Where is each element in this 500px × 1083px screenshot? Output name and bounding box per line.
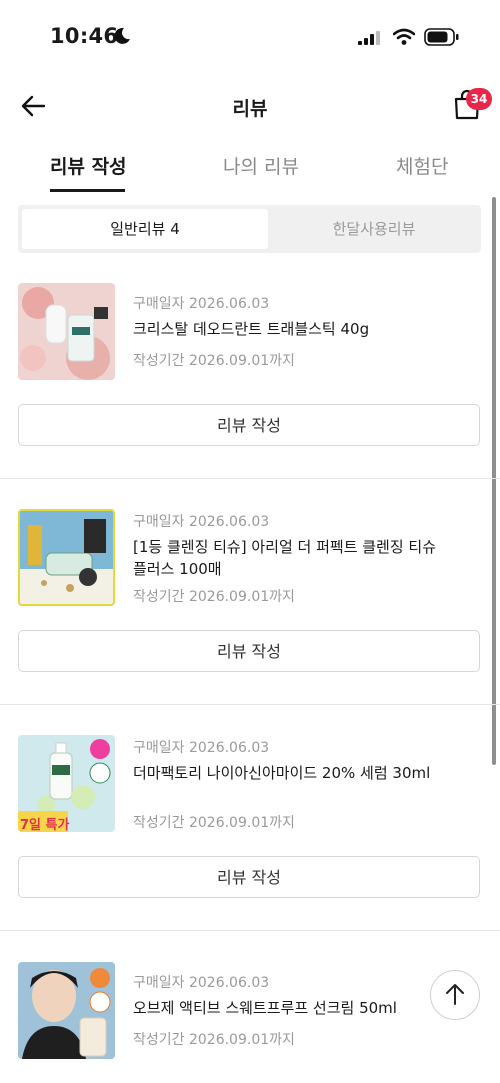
moon-icon (114, 27, 130, 44)
write-review-button[interactable]: 리뷰 작성 (18, 404, 480, 446)
review-deadline: 작성기간 2026.09.01까지 (133, 589, 295, 605)
product-title[interactable]: 오브제 액티브 스웨트프루프 선크림 50ml (133, 997, 453, 1019)
write-review-button[interactable]: 리뷰 작성 (18, 630, 480, 672)
purchase-date: 구매일자 2026.06.03 (133, 296, 270, 312)
product-thumbnail[interactable] (18, 509, 115, 606)
tab-write-review[interactable]: 리뷰 작성 (50, 152, 127, 179)
wifi-icon (393, 28, 415, 45)
segment-general-review[interactable]: 일반리뷰 4 (22, 209, 268, 249)
divider (0, 930, 500, 931)
product-thumbnail[interactable]: 7일 특가 (18, 735, 115, 832)
active-tab-indicator (50, 189, 125, 192)
purchase-date: 구매일자 2026.06.03 (133, 514, 270, 530)
cart-count-badge: 34 (466, 88, 492, 110)
status-time: 10:46 (50, 24, 119, 48)
purchase-date: 구매일자 2026.06.03 (133, 740, 270, 756)
header: 리뷰 (0, 74, 500, 138)
scroll-to-top-button[interactable] (430, 970, 480, 1020)
thumbnail-tag: 7일 특가 (20, 818, 70, 832)
divider (0, 704, 500, 705)
scrollbar[interactable] (492, 197, 496, 765)
product-thumbnail[interactable] (18, 283, 115, 380)
review-deadline: 작성기간 2026.09.01까지 (133, 353, 295, 369)
tab-bar: 리뷰 작성 나의 리뷰 체험단 (0, 138, 500, 192)
review-type-segment: 일반리뷰 4 한달사용리뷰 (18, 205, 481, 253)
battery-icon (424, 28, 459, 46)
arrow-up-icon (446, 984, 464, 1005)
divider (0, 478, 500, 479)
page-title: 리뷰 (232, 98, 268, 120)
tab-trial-group[interactable]: 체험단 (396, 152, 448, 179)
review-deadline: 작성기간 2026.09.01까지 (133, 1032, 295, 1048)
review-deadline: 작성기간 2026.09.01까지 (133, 815, 295, 831)
product-thumbnail[interactable] (18, 962, 115, 1059)
segment-monthly-review[interactable]: 한달사용리뷰 (270, 209, 478, 249)
tab-my-reviews[interactable]: 나의 리뷰 (223, 152, 299, 179)
status-bar: 10:46 (0, 0, 500, 74)
product-title[interactable]: 더마팩토리 나이아신아마이드 20% 세럼 30ml (133, 762, 453, 784)
purchase-date: 구매일자 2026.06.03 (133, 975, 270, 991)
signal-icon (358, 31, 380, 45)
product-title[interactable]: [1등 클렌징 티슈] 아리얼 더 퍼펙트 클렌징 티슈 플러스 100매 (133, 536, 453, 580)
product-title[interactable]: 크리스탈 데오드란트 트래블스틱 40g (133, 318, 453, 340)
write-review-button[interactable]: 리뷰 작성 (18, 856, 480, 898)
